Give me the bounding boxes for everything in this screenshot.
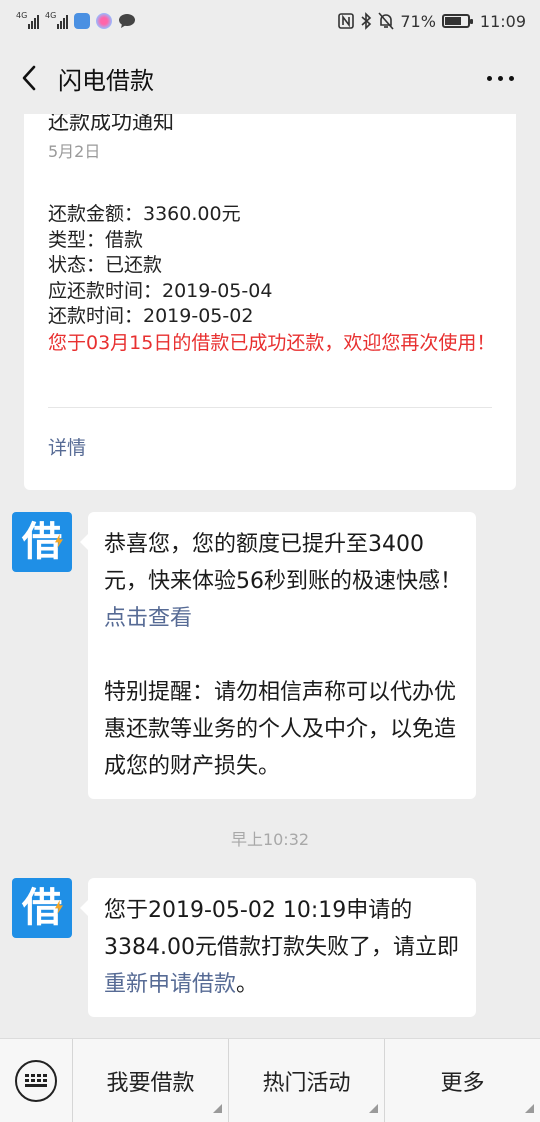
battery-percent: 71% — [400, 11, 436, 31]
detail-status: 状态：已还款 — [48, 254, 163, 276]
reapply-link[interactable]: 重新申请借款 — [104, 972, 236, 997]
status-bar: 4G 4G 71% 11:09 — [0, 0, 540, 42]
menu-borrow[interactable]: 我要借款 — [72, 1038, 228, 1122]
card-notice: 您于03月15日的借款已成功还款，欢迎您再次使用！ — [48, 332, 496, 354]
keyboard-toggle-button[interactable] — [0, 1039, 72, 1122]
message-bubble[interactable]: 恭喜您，您的额度已提升至3400元，快来体验56秒到账的极速快感！ 点击查看 特别… — [80, 512, 476, 799]
status-bar-left: 4G 4G — [16, 11, 136, 29]
menu-hot-activities-label: 热门活动 — [262, 1070, 351, 1096]
message-text: 恭喜您，您的额度已提升至3400元，快来体验56秒到账的极速快感！ — [104, 532, 462, 594]
submenu-indicator-icon — [369, 1103, 378, 1113]
signal-icon: 4G — [45, 11, 68, 29]
detail-repay-date: 还款时间：2019-05-02 — [48, 305, 254, 327]
nfc-icon — [338, 13, 355, 29]
status-bar-right: 71% 11:09 — [338, 12, 526, 31]
battery-fill — [444, 17, 461, 25]
card-details: 还款金额：3360.00元 类型：借款 状态：已还款 应还款时间：2019-05… — [48, 202, 272, 330]
menu-more[interactable]: 更多 — [384, 1038, 540, 1122]
message-paragraph: 恭喜您，您的额度已提升至3400元，快来体验56秒到账的极速快感！ 点击查看 — [104, 526, 462, 637]
battery-icon — [441, 14, 473, 28]
message-text-end: 。 — [236, 972, 259, 997]
submenu-indicator-icon — [213, 1103, 222, 1113]
repayment-notice-card[interactable]: 还款成功通知 5月2日 还款金额：3360.00元 类型：借款 状态：已还款 应… — [24, 92, 516, 490]
message-text: 您于2019-05-02 10:19申请的3384.00元借款打款失败了，请立即 — [104, 898, 459, 960]
status-time: 11:09 — [479, 11, 526, 31]
detail-amount: 还款金额：3360.00元 — [48, 203, 241, 225]
back-button[interactable] — [0, 42, 58, 114]
card-divider — [48, 407, 492, 408]
chevron-left-icon — [22, 65, 36, 91]
mute-bell-icon — [378, 12, 394, 30]
avatar[interactable]: 借 — [12, 878, 72, 938]
signal-label: 4G — [16, 11, 28, 20]
more-button[interactable] — [478, 62, 522, 94]
message-timestamp: 早上10:32 — [230, 830, 310, 849]
detail-type: 类型：借款 — [48, 228, 144, 251]
warning-text: 特别提醒：请勿相信声称可以代办优惠还款等业务的个人及中介，以免造成您的财产损失。 — [104, 680, 457, 779]
bluetooth-icon — [361, 12, 372, 30]
menu-borrow-label: 我要借款 — [106, 1070, 195, 1096]
card-date: 5月2日 — [48, 142, 101, 161]
signal-icon: 4G — [16, 11, 39, 29]
details-link[interactable]: 详情 — [48, 433, 86, 460]
detail-due-date: 应还款时间：2019-05-04 — [48, 279, 273, 302]
menu-hot-activities[interactable]: 热门活动 — [228, 1038, 384, 1122]
submenu-indicator-icon — [525, 1103, 534, 1113]
message-paragraph: 您于2019-05-02 10:19申请的3384.00元借款打款失败了，请立即… — [104, 892, 462, 1003]
avatar[interactable]: 借 — [12, 512, 72, 572]
keyboard-icon — [15, 1059, 57, 1102]
signal-label: 4G — [45, 11, 57, 20]
chat-bubble-icon — [119, 14, 135, 28]
camera-app-icon — [96, 13, 112, 29]
message-bubble[interactable]: 您于2019-05-02 10:19申请的3384.00元借款打款失败了，请立即… — [80, 878, 476, 1017]
page-title: 闪电借款 — [58, 66, 154, 95]
bottom-menu-bar: 我要借款 热门活动 更多 — [0, 1038, 540, 1122]
shield-app-icon — [74, 13, 90, 29]
more-dots-icon — [486, 75, 492, 81]
view-link[interactable]: 点击查看 — [104, 606, 192, 631]
menu-more-label: 更多 — [440, 1070, 485, 1096]
chat-header: 闪电借款 — [0, 42, 540, 114]
